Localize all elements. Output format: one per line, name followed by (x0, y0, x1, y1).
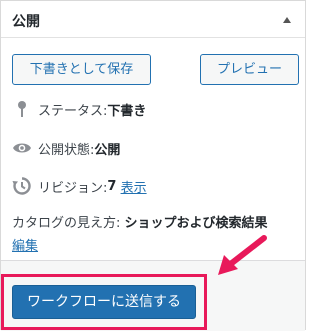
status-row: ステータス: 下書き (12, 99, 146, 119)
catalog-visibility-row: カタログの見え方: ショップおよび検索結果 (12, 214, 268, 234)
visibility-label: 公開状態: (38, 142, 95, 158)
submit-workflow-button[interactable]: ワークフローに送信する (12, 285, 196, 319)
save-draft-button[interactable]: 下書きとして保存 (12, 54, 151, 85)
revisions-view-link[interactable]: 表示 (121, 177, 147, 196)
eye-icon (12, 138, 32, 158)
visibility-row: 公開状態: 公開 (12, 138, 120, 158)
revisions-label: リビジョン: (38, 180, 108, 196)
pin-icon (12, 99, 32, 119)
revisions-count: 7 (107, 178, 117, 194)
panel-title: 公開 (12, 14, 40, 30)
catalog-value: ショップおよび検索結果 (124, 216, 268, 231)
arrow-down-left-icon (218, 235, 267, 275)
status-label: ステータス: (38, 103, 108, 119)
history-icon (12, 176, 32, 196)
catalog-label: カタログの見え方: (12, 216, 125, 231)
catalog-edit-link[interactable]: 編集 (12, 239, 38, 254)
panel-header[interactable]: 公開 (1, 1, 305, 38)
triangle-up-icon[interactable] (283, 17, 291, 23)
status-value: 下書き (107, 103, 147, 119)
revisions-row: リビジョン: 7 表示 (12, 176, 147, 196)
preview-button[interactable]: プレビュー (200, 54, 299, 85)
visibility-value: 公開 (94, 142, 121, 158)
catalog-edit-row: 編集 (12, 235, 38, 254)
